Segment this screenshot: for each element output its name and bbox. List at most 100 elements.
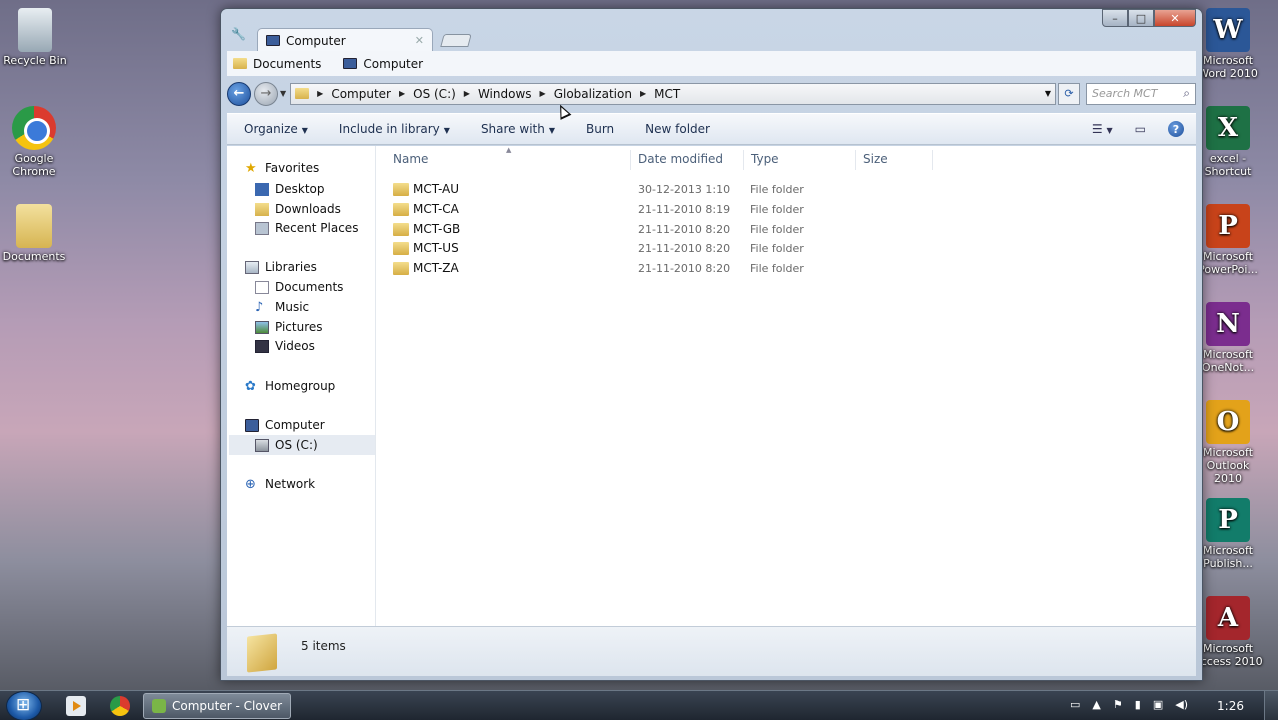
nav-item-music[interactable]: ♪ Music (255, 297, 309, 317)
powerpoint-icon: P (1206, 204, 1250, 248)
address-bar[interactable]: ▶ Computer ▶ OS (C:) ▶ Windows ▶ Globali… (290, 82, 1057, 105)
folder-icon (233, 58, 247, 69)
column-divider[interactable] (855, 150, 856, 170)
recent-places-icon (255, 221, 269, 235)
breadcrumb-arrow-icon[interactable]: ▶ (317, 89, 323, 98)
network-icon[interactable]: ▣ (1153, 698, 1163, 711)
publisher-icon: P (1206, 498, 1250, 542)
nav-item-homegroup[interactable]: ✿ Homegroup (245, 376, 335, 396)
power-icon[interactable]: ▮ (1135, 698, 1141, 711)
nav-item-network[interactable]: ⊕ Network (245, 474, 315, 494)
desktop-icon-google-chrome[interactable]: Google Chrome (0, 106, 70, 178)
share-with-button[interactable]: Share with ▼ (481, 122, 555, 136)
nav-item-pictures[interactable]: Pictures (255, 317, 323, 337)
breadcrumb-arrow-icon[interactable]: ▶ (399, 89, 405, 98)
settings-wrench-icon[interactable]: 🔧 (231, 27, 246, 41)
details-pane: 5 items (227, 626, 1196, 676)
nav-item-favorites[interactable]: ★ Favorites (245, 158, 319, 178)
favbar-item-documents[interactable]: Documents (253, 57, 321, 71)
access-icon: A (1206, 596, 1250, 640)
column-header-type[interactable]: Type (751, 152, 779, 166)
change-view-button[interactable]: ☰ ▼ (1092, 122, 1113, 136)
column-header-name[interactable]: Name (393, 152, 428, 166)
desktop-icon-recycle-bin[interactable]: Recycle Bin (0, 8, 71, 67)
show-hidden-icons-icon[interactable]: ▲ (1092, 698, 1100, 711)
music-icon: ♪ (255, 299, 264, 315)
breadcrumb-mct[interactable]: MCT (654, 87, 680, 101)
search-icon: ⌕ (1183, 86, 1191, 100)
new-tab-button[interactable] (440, 34, 472, 47)
desktop-icon-documents[interactable]: Documents (0, 204, 70, 263)
organize-button[interactable]: Organize ▼ (244, 122, 308, 136)
show-desktop-button[interactable] (1264, 691, 1278, 720)
nav-label: Favorites (265, 161, 320, 175)
file-row[interactable]: MCT-CA 21-11-2010 8:19 File folder (377, 200, 917, 220)
new-folder-button[interactable]: New folder (645, 122, 710, 136)
clock[interactable]: 1:26 (1217, 699, 1244, 713)
breadcrumb-globalization[interactable]: Globalization (554, 87, 632, 101)
start-button[interactable] (6, 691, 42, 720)
chevron-down-icon: ▼ (301, 126, 308, 135)
breadcrumb-arrow-icon[interactable]: ▶ (540, 89, 546, 98)
column-divider[interactable] (743, 150, 744, 170)
nav-item-os-c[interactable]: OS (C:) (255, 435, 318, 455)
nav-item-recent-places[interactable]: Recent Places (255, 218, 358, 238)
file-row[interactable]: MCT-ZA 21-11-2010 8:20 File folder (377, 259, 917, 279)
breadcrumb-arrow-icon[interactable]: ▶ (464, 89, 470, 98)
command-bar: Organize ▼ Include in library ▼ Share with… (227, 113, 1196, 145)
file-row[interactable]: MCT-AU 30-12-2013 1:10 File folder (377, 180, 917, 200)
nav-item-libraries[interactable]: Libraries (245, 257, 317, 277)
close-button[interactable]: ✕ (1154, 9, 1196, 27)
column-header-date-modified[interactable]: Date modified (638, 152, 723, 166)
maximize-button[interactable]: □ (1128, 9, 1154, 27)
explorer-window: 🔧 Computer ✕ – □ ✕ Documents Computer ← … (220, 8, 1203, 681)
recent-pages-dropdown-icon[interactable]: ▼ (280, 89, 286, 98)
nav-item-desktop[interactable]: Desktop (255, 179, 325, 199)
navigation-pane: ★ Favorites Desktop Downloads Recent Pla… (227, 146, 376, 626)
column-header-size[interactable]: Size (863, 152, 888, 166)
breadcrumb-os-c[interactable]: OS (C:) (413, 87, 456, 101)
preview-pane-button[interactable]: ▭ (1135, 122, 1146, 136)
burn-button[interactable]: Burn (586, 122, 614, 136)
search-input[interactable]: Search MCT ⌕ (1086, 82, 1197, 105)
chrome-icon (12, 106, 56, 150)
breadcrumb-computer[interactable]: Computer (331, 87, 391, 101)
volume-icon[interactable]: ◀) (1175, 698, 1188, 711)
videos-icon (255, 339, 269, 353)
breadcrumb-arrow-icon[interactable]: ▶ (640, 89, 646, 98)
refresh-button[interactable]: ⟳ (1058, 82, 1081, 105)
search-placeholder: Search MCT (1092, 87, 1158, 100)
favbar-item-computer[interactable]: Computer (363, 57, 423, 71)
forward-button[interactable]: → (254, 81, 278, 106)
tab-computer[interactable]: Computer ✕ (257, 28, 433, 52)
taskbar-item-computer-clover[interactable]: Computer - Clover (143, 693, 291, 719)
homegroup-icon: ✿ (245, 378, 256, 394)
file-row[interactable]: MCT-GB 21-11-2010 8:20 File folder (377, 220, 917, 240)
content-area: ★ Favorites Desktop Downloads Recent Pla… (227, 146, 1196, 626)
file-type: File folder (750, 223, 804, 236)
media-player-icon[interactable] (66, 696, 86, 716)
column-divider[interactable] (630, 150, 631, 170)
chevron-down-icon: ▼ (443, 126, 450, 135)
breadcrumb-windows[interactable]: Windows (478, 87, 532, 101)
back-button[interactable]: ← (227, 81, 251, 106)
nav-item-documents[interactable]: Documents (255, 277, 343, 297)
chrome-taskbar-icon[interactable] (110, 696, 130, 716)
minimize-button[interactable]: – (1102, 9, 1128, 27)
title-bar[interactable]: 🔧 Computer ✕ – □ ✕ (221, 9, 1202, 52)
help-icon[interactable]: ? (1168, 121, 1184, 137)
file-row[interactable]: MCT-US 21-11-2010 8:20 File folder (377, 239, 917, 259)
action-center-flag-icon[interactable]: ⚑ (1113, 698, 1123, 711)
keyboard-icon[interactable]: ▭ (1070, 698, 1080, 711)
tab-close-icon[interactable]: ✕ (415, 34, 424, 47)
desktop-icon-label: Microsoft Outlook 2010 (1202, 446, 1254, 485)
nav-item-videos[interactable]: Videos (255, 336, 315, 356)
address-history-dropdown-icon[interactable]: ▼ (1045, 89, 1051, 98)
column-divider[interactable] (932, 150, 933, 170)
include-in-library-button[interactable]: Include in library ▼ (339, 122, 450, 136)
pictures-icon (255, 320, 269, 334)
nav-item-downloads[interactable]: Downloads (255, 199, 341, 219)
chevron-down-icon: ▼ (1106, 126, 1113, 135)
nav-item-computer[interactable]: Computer (245, 415, 325, 435)
nav-label: OS (C:) (275, 438, 318, 452)
